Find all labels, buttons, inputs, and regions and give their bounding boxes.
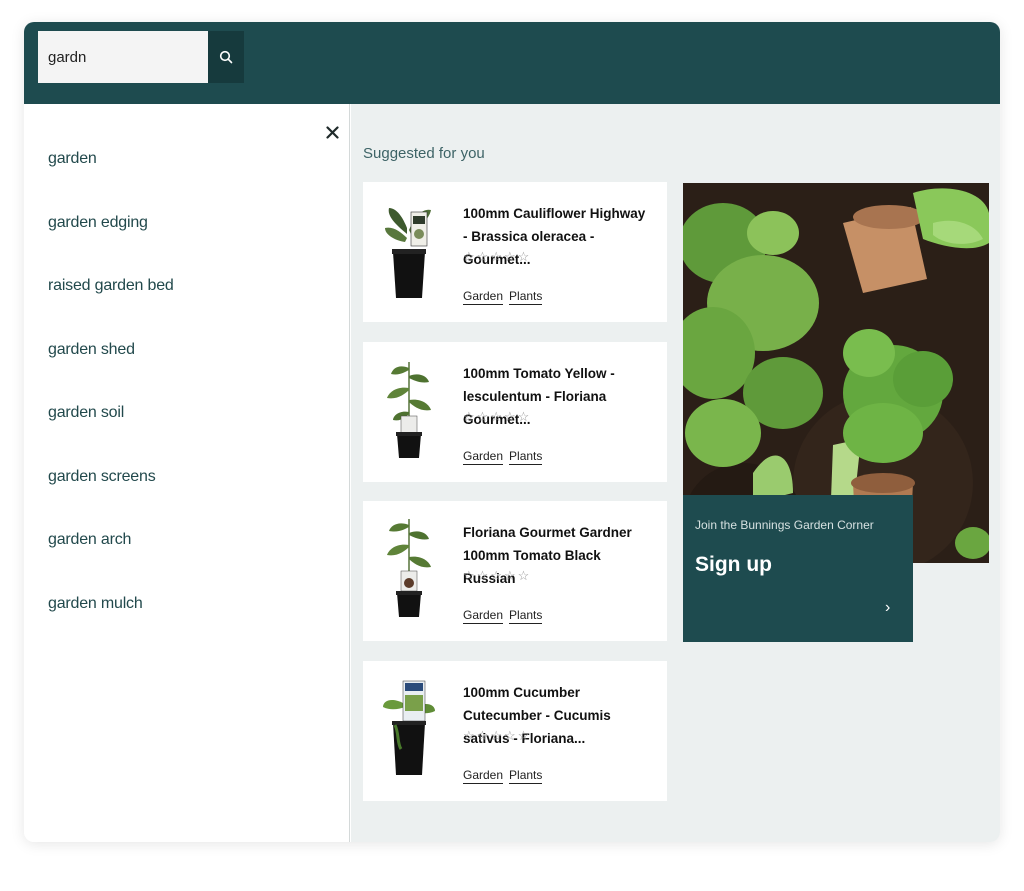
close-icon	[325, 125, 339, 139]
search-icon	[219, 50, 233, 64]
star-icon: ☆	[463, 727, 475, 743]
star-icon: ☆	[503, 408, 516, 424]
star-icon: ☆	[490, 727, 502, 743]
tag-plants[interactable]: Plants	[509, 449, 543, 465]
product-list: 100mm Cauliflower Highway - Brassica ole…	[363, 182, 667, 820]
product-rating: ☆ ☆ ☆ ☆ ☆	[463, 250, 529, 264]
tag-garden[interactable]: Garden	[463, 768, 504, 784]
suggestion-item[interactable]: garden arch	[48, 531, 174, 595]
star-icon: ☆	[490, 249, 502, 264]
suggestion-item[interactable]: garden mulch	[48, 595, 174, 659]
close-button[interactable]	[322, 122, 342, 142]
product-card[interactable]: Floriana Gourmet Gardner 100mm Tomato Bl…	[363, 501, 667, 641]
search-input[interactable]	[38, 31, 208, 83]
chevron-right-icon[interactable]: ›	[885, 599, 890, 617]
signup-link[interactable]: Sign up	[695, 553, 772, 577]
product-tags: Garden Plants	[463, 608, 543, 624]
suggestion-panel: garden garden edging raised garden bed g…	[24, 104, 350, 842]
promo-signup[interactable]: Join the Bunnings Garden Corner Sign up …	[683, 495, 913, 642]
search-button[interactable]	[208, 31, 244, 83]
product-image	[387, 361, 431, 458]
star-icon: ☆	[463, 568, 475, 583]
suggestion-item[interactable]: raised garden bed	[48, 277, 174, 341]
tag-plants[interactable]: Plants	[509, 289, 543, 305]
product-rating: ☆ ☆ ☆ ☆ ☆	[463, 408, 530, 424]
product-rating: ☆ ☆ ☆ ☆ ☆	[463, 569, 529, 583]
search-overlay: garden garden edging raised garden bed g…	[24, 22, 1000, 842]
product-image	[387, 519, 431, 617]
suggestion-item[interactable]: garden edging	[48, 214, 174, 278]
product-image	[383, 680, 435, 775]
search-header	[24, 22, 1000, 104]
product-tags: Garden Plants	[463, 768, 543, 784]
suggestion-list: garden garden edging raised garden bed g…	[48, 150, 174, 658]
star-icon: ☆	[476, 727, 489, 743]
product-rating: ☆ ☆ ☆ ☆ ☆	[463, 727, 530, 743]
product-tags: Garden Plants	[463, 449, 543, 465]
suggestion-item[interactable]: garden screens	[48, 468, 174, 532]
tag-garden[interactable]: Garden	[463, 449, 504, 465]
results-panel: Suggested for you 100mm Cauliflower High…	[351, 104, 1000, 842]
tag-garden[interactable]: Garden	[463, 608, 504, 624]
star-icon: ☆	[490, 568, 502, 583]
tag-plants[interactable]: Plants	[509, 768, 543, 784]
star-icon: ☆	[503, 249, 516, 264]
product-card[interactable]: 100mm Tomato Yellow - lesculentum - Flor…	[363, 341, 667, 482]
star-icon: ☆	[503, 568, 516, 583]
suggestion-item[interactable]: garden shed	[48, 341, 174, 405]
star-icon: ☆	[476, 249, 489, 264]
product-card[interactable]: 100mm Cucumber Cutecumber - Cucumis sati…	[363, 660, 667, 801]
star-icon: ☆	[517, 408, 530, 424]
star-icon: ☆	[517, 568, 530, 583]
suggested-title: Suggested for you	[363, 145, 485, 162]
product-tags: Garden Plants	[463, 289, 543, 305]
promo-caption: Join the Bunnings Garden Corner	[695, 518, 874, 532]
suggestion-item[interactable]: garden soil	[48, 404, 174, 468]
star-icon: ☆	[463, 249, 475, 264]
product-image	[385, 208, 431, 298]
star-icon: ☆	[476, 568, 489, 583]
star-icon: ☆	[503, 727, 516, 743]
star-icon: ☆	[517, 727, 530, 743]
star-icon: ☆	[490, 408, 502, 424]
star-icon: ☆	[517, 249, 530, 264]
suggestion-item[interactable]: garden	[48, 150, 174, 214]
star-icon: ☆	[476, 408, 489, 424]
tag-garden[interactable]: Garden	[463, 289, 504, 305]
tag-plants[interactable]: Plants	[509, 608, 543, 624]
product-card[interactable]: 100mm Cauliflower Highway - Brassica ole…	[363, 182, 667, 322]
star-icon: ☆	[463, 408, 475, 424]
